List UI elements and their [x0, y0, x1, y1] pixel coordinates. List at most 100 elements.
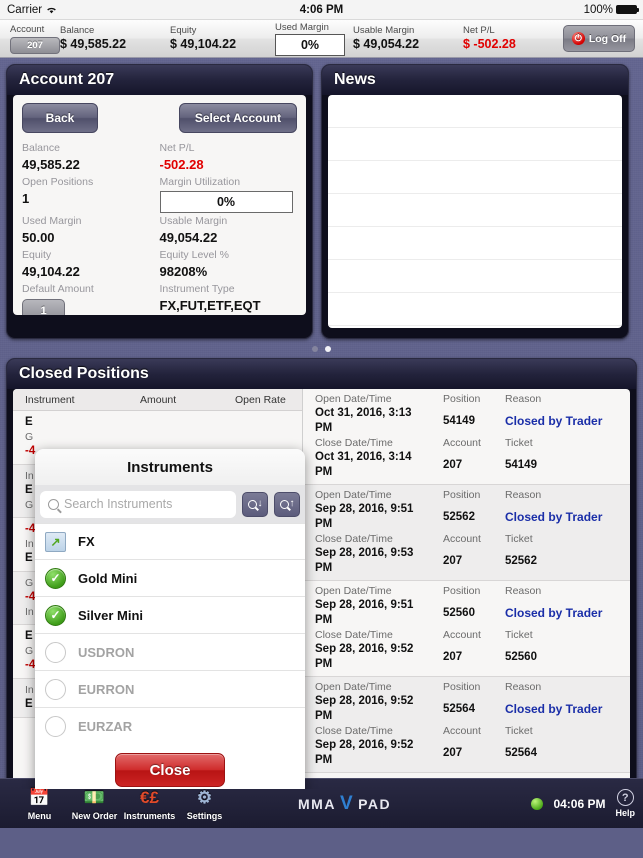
- value-open-positions: 1: [22, 191, 30, 206]
- arrow-up-icon: ↑: [289, 498, 295, 509]
- cell-instrument: G: [25, 577, 34, 589]
- label-used-margin: Used Margin: [22, 215, 82, 227]
- margin-utilization-input[interactable]: 0%: [159, 191, 293, 213]
- page-dot-active[interactable]: [325, 346, 331, 352]
- account-summary-header: Account 207 Balance $ 49,585.22 Equity $…: [0, 20, 643, 58]
- cell-instrument: -4: [25, 523, 36, 535]
- circle-icon[interactable]: [45, 715, 66, 737]
- header-account: Account: [443, 533, 481, 545]
- cell-open-rate: In: [25, 606, 34, 618]
- account-number-chip[interactable]: 207: [10, 36, 60, 54]
- news-item[interactable]: [328, 227, 622, 260]
- page-dot[interactable]: [312, 346, 318, 352]
- news-item[interactable]: [328, 293, 622, 326]
- app-content: Account 207 Back Select Account Balance …: [0, 58, 643, 828]
- cell-open-rate: -4: [25, 445, 36, 457]
- list-item[interactable]: EURRON: [35, 671, 305, 708]
- instrument-label: Silver Mini: [78, 607, 144, 623]
- header-instrument: Instrument: [25, 393, 75, 406]
- new-order-icon: 💵: [83, 787, 106, 807]
- close-button[interactable]: Close: [115, 753, 225, 787]
- header-field-account[interactable]: Account 207: [0, 20, 60, 57]
- header-value-usable-margin: $ 49,054.22: [353, 37, 420, 51]
- news-item[interactable]: [328, 95, 622, 128]
- account-field-instrument-type: Instrument Type FX,FUT,ETF,EQT: [160, 281, 298, 315]
- account-field-balance: Balance 49,585.22: [22, 140, 160, 174]
- list-item[interactable]: ✓ Silver Mini: [35, 597, 305, 634]
- instrument-label: EURZAR: [78, 718, 133, 734]
- toolbar-label-help: Help: [615, 808, 635, 818]
- cell-close-datetime: Sep 28, 2016, 9:52 PM: [315, 739, 414, 766]
- instruments-list[interactable]: ↗ FX ✓ Gold Mini ✓ Silver Mini USDRON EU…: [35, 523, 305, 744]
- instruments-modal: Instruments Search Instruments ↓ ↑ ↗ FX …: [35, 449, 305, 789]
- check-icon[interactable]: ✓: [45, 567, 66, 589]
- header-position: Position: [443, 393, 481, 405]
- header-label-balance: Balance: [60, 25, 95, 36]
- back-button[interactable]: Back: [22, 103, 98, 133]
- toolbar-button-settings[interactable]: ⚙ Settings: [177, 787, 232, 821]
- account-panel-body: Back Select Account Balance 49,585.22 Ne…: [13, 95, 306, 315]
- header-account: Account: [443, 629, 481, 641]
- table-row[interactable]: Open Date/Time Position Reason Sep 28, 2…: [303, 485, 630, 581]
- news-item[interactable]: [328, 128, 622, 161]
- log-off-button[interactable]: ⏻ Log Off: [563, 25, 635, 52]
- header-open-datetime: Open Date/Time: [315, 393, 392, 405]
- toolbar-right-group: 04:06 PM ? Help: [531, 789, 643, 818]
- header-close-datetime: Close Date/Time: [315, 725, 393, 737]
- closed-positions-body: Instrument Amount Open Rate E G -4 In E …: [13, 389, 630, 789]
- check-icon[interactable]: ✓: [45, 604, 66, 626]
- cell-amount: G: [25, 431, 34, 443]
- cell-close-datetime: Oct 31, 2016, 3:14 PM: [315, 451, 412, 478]
- table-row[interactable]: Open Date/Time Position Reason Sep 28, 2…: [303, 581, 630, 677]
- cell-ticket: 52560: [505, 650, 537, 663]
- default-amount-chip[interactable]: 1: [22, 299, 65, 315]
- toolbar-label-instruments: Instruments: [123, 810, 176, 821]
- toolbar-button-instruments[interactable]: €£ Instruments: [122, 787, 177, 821]
- search-sort-asc-button[interactable]: ↑: [274, 491, 300, 517]
- status-clock: 4:06 PM: [299, 3, 344, 16]
- header-value-equity: $ 49,104.22: [170, 37, 237, 51]
- header-account: Account: [443, 437, 481, 449]
- account-panel-title: Account 207: [7, 65, 312, 95]
- circle-icon[interactable]: [45, 641, 66, 663]
- cell-account: 207: [443, 554, 463, 567]
- table-row[interactable]: Open Date/Time Position Reason Oct 31, 2…: [303, 389, 630, 485]
- table-row[interactable]: Open Date/Time Position Reason Sep 28, 2…: [303, 677, 630, 773]
- cell-position: 52560: [443, 606, 475, 619]
- header-open-datetime: Open Date/Time: [315, 489, 392, 501]
- app-brand-logo: MMA V PAD: [298, 794, 392, 813]
- search-sort-desc-button[interactable]: ↓: [242, 491, 268, 517]
- list-item[interactable]: EURZAR: [35, 708, 305, 744]
- value-net-pl: -502.28: [159, 157, 204, 172]
- header-field-net-pl: Net P/L $ -502.28: [463, 20, 558, 57]
- used-margin-input[interactable]: 0%: [275, 33, 345, 56]
- header-position: Position: [443, 681, 481, 693]
- header-ticket: Ticket: [505, 725, 533, 737]
- cell-account: 207: [443, 746, 463, 759]
- cell-ticket: 52562: [505, 554, 537, 567]
- list-item[interactable]: USDRON: [35, 634, 305, 671]
- closed-positions-panel: Closed Positions Instrument Amount Open …: [6, 358, 637, 802]
- cell-instrument: In: [25, 470, 34, 482]
- brand-text-right: PAD: [358, 795, 392, 812]
- instruments-modal-footer: Close: [35, 744, 305, 789]
- news-item[interactable]: [328, 161, 622, 194]
- list-item[interactable]: ✓ Gold Mini: [35, 560, 305, 597]
- toolbar-button-new-order[interactable]: 💵 New Order: [67, 787, 122, 821]
- select-account-button[interactable]: Select Account: [179, 103, 297, 133]
- search-input-wrap[interactable]: Search Instruments: [40, 490, 236, 518]
- list-item[interactable]: ↗ FX: [35, 523, 305, 560]
- circle-icon[interactable]: [45, 678, 66, 700]
- cell-open-datetime: Sep 28, 2016, 9:52 PM: [315, 695, 414, 722]
- toolbar-button-help[interactable]: ? Help: [615, 789, 635, 818]
- news-list[interactable]: [328, 95, 622, 328]
- search-input[interactable]: Search Instruments: [64, 497, 172, 511]
- news-item[interactable]: [328, 260, 622, 293]
- toolbar-button-menu[interactable]: 📅 Menu: [12, 787, 67, 821]
- toolbar-label-settings: Settings: [186, 810, 223, 821]
- top-page-indicator[interactable]: [6, 339, 637, 358]
- header-field-used-margin: Used Margin 0%: [275, 20, 353, 57]
- value-usable-margin: 49,054.22: [159, 230, 218, 245]
- header-account: Account: [443, 725, 481, 737]
- news-item[interactable]: [328, 194, 622, 227]
